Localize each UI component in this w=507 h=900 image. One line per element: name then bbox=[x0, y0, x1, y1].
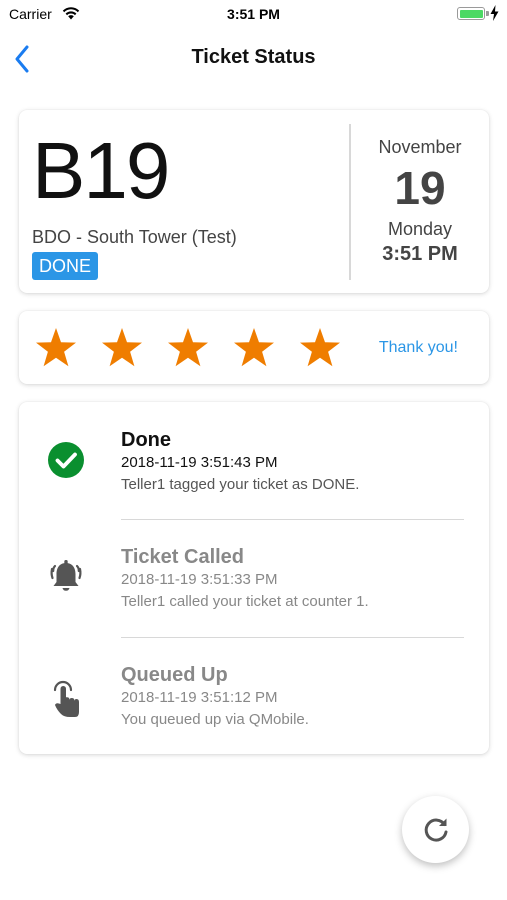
timeline-timestamp: 2018-11-19 3:51:12 PM bbox=[121, 689, 278, 706]
month-label: November bbox=[378, 137, 462, 157]
timeline-item-called: Ticket Called 2018-11-19 3:51:33 PM Tell… bbox=[19, 519, 489, 636]
check-circle-icon bbox=[48, 442, 84, 478]
day-number: 19 bbox=[394, 162, 446, 214]
ticket-time: 3:51 PM bbox=[382, 243, 458, 265]
timeline-title: Ticket Called bbox=[121, 546, 245, 568]
timeline-description: You queued up via QMobile. bbox=[121, 711, 309, 728]
weekday-label: Monday bbox=[387, 219, 453, 239]
status-badge: DONE bbox=[32, 252, 99, 280]
star-icon[interactable] bbox=[101, 327, 143, 367]
branch-name: BDO - South Tower (Test) bbox=[32, 227, 237, 247]
status-bar: Carrier 3:51 PM bbox=[0, 0, 507, 28]
battery-icon bbox=[457, 7, 489, 20]
timeline-description: Teller1 tagged your ticket as DONE. bbox=[121, 476, 360, 493]
refresh-button[interactable] bbox=[402, 796, 469, 863]
bell-icon bbox=[50, 560, 82, 591]
timeline-title: Done bbox=[121, 429, 171, 451]
timeline-timestamp: 2018-11-19 3:51:43 PM bbox=[121, 454, 278, 471]
navigation-bar: Ticket Status bbox=[0, 28, 507, 90]
thank-you-message: Thank you! bbox=[378, 339, 458, 356]
status-time: 3:51 PM bbox=[227, 6, 280, 22]
timeline-item-done: Done 2018-11-19 3:51:43 PM Teller1 tagge… bbox=[19, 402, 489, 519]
timeline-item-queued: Queued Up 2018-11-19 3:51:12 PM You queu… bbox=[19, 637, 489, 754]
refresh-icon bbox=[424, 818, 447, 842]
timeline-timestamp: 2018-11-19 3:51:33 PM bbox=[121, 571, 278, 588]
charging-bolt-icon bbox=[490, 5, 499, 21]
star-rating bbox=[35, 327, 365, 367]
star-icon[interactable] bbox=[167, 327, 209, 367]
ticket-number: B19 bbox=[32, 126, 170, 215]
date-panel: November 19 Monday 3:51 PM bbox=[351, 110, 489, 293]
ticket-card: B19 BDO - South Tower (Test) DONE Novemb… bbox=[19, 110, 489, 293]
rating-card: Thank you! bbox=[19, 311, 489, 384]
timeline-description: Teller1 called your ticket at counter 1. bbox=[121, 593, 369, 610]
star-icon[interactable] bbox=[299, 327, 341, 367]
tap-hand-icon bbox=[53, 680, 79, 717]
page-title: Ticket Status bbox=[191, 46, 316, 68]
timeline-title: Queued Up bbox=[121, 664, 228, 686]
star-icon[interactable] bbox=[35, 327, 77, 367]
star-icon[interactable] bbox=[233, 327, 275, 367]
timeline-card: Done 2018-11-19 3:51:43 PM Teller1 tagge… bbox=[19, 402, 489, 754]
